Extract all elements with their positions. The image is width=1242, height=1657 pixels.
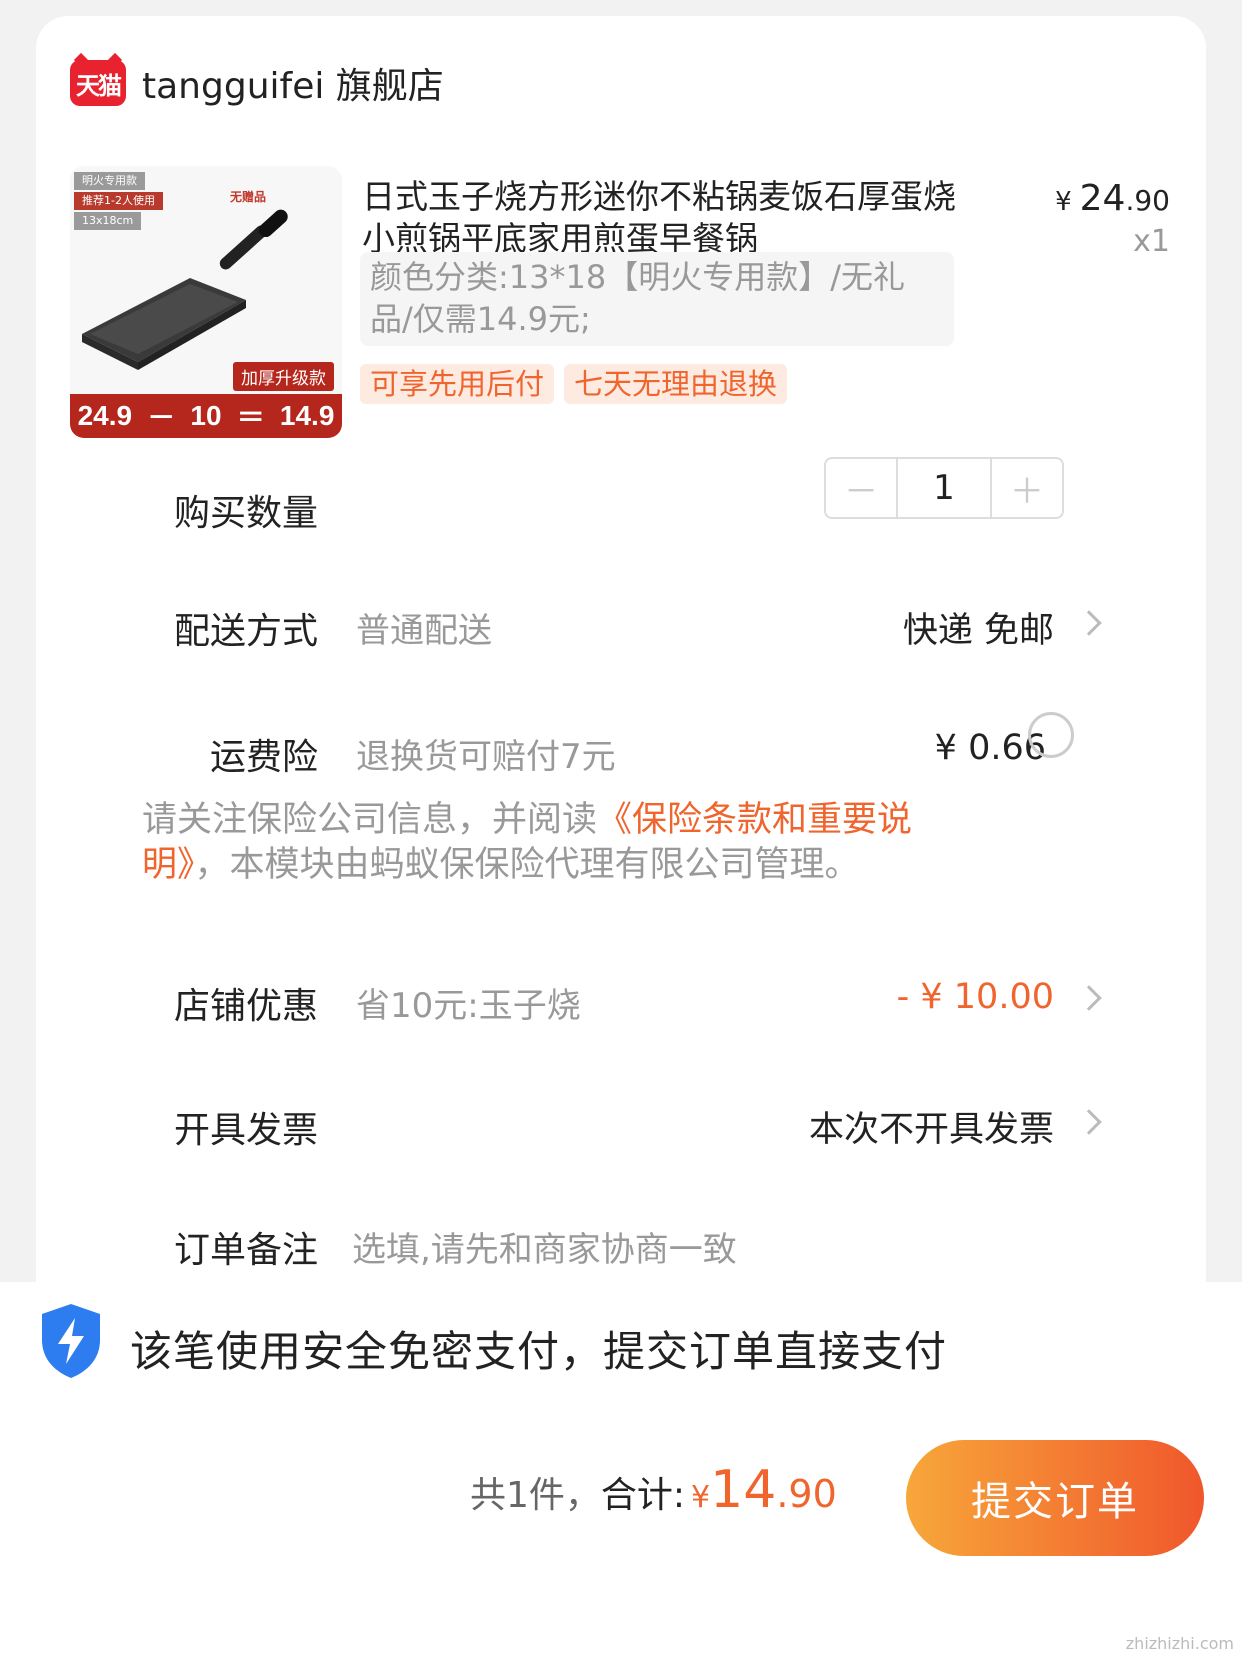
order-total: 共1件，合计: ¥14.90 (470, 1460, 837, 1520)
product-quantity: x1 (1133, 224, 1170, 259)
watermark-text: zhizhizhi.com (1125, 1634, 1234, 1653)
store-header[interactable]: 天猫 tangguifei 旗舰店 (70, 58, 444, 108)
shield-lightning-icon (42, 1304, 100, 1378)
price-int: 24 (1079, 178, 1126, 219)
price-dec: .90 (1125, 184, 1170, 217)
notice-text: ，本模块由蚂蚁保保险代理有限公司管理。 (194, 845, 860, 885)
order-card: 天猫 tangguifei 旗舰店 明火专用款 推荐1-2人使用 13x18cm… (36, 16, 1206, 1356)
quantity-label: 购买数量 (174, 493, 319, 534)
insurance-label: 运费险 (210, 737, 319, 778)
delivery-desc: 普通配送 (356, 611, 492, 651)
decrement-button[interactable]: － (826, 459, 896, 517)
quantity-value[interactable]: 1 (896, 459, 992, 517)
tag-free-return: 七天无理由退换 (564, 364, 788, 404)
sku-selector[interactable]: 颜色分类:13*18【明火专用款】/无礼品/仅需14.9元; (360, 252, 954, 346)
invoice-value[interactable]: 本次不开具发票 (809, 1101, 1054, 1152)
store-name: tangguifei 旗舰店 (142, 66, 444, 107)
product-price: ¥24.90 (1055, 178, 1170, 219)
product-title[interactable]: 日式玉子烧方形迷你不粘锅麦饭石厚蛋烧小煎锅平底家用煎蛋早餐锅 (362, 176, 972, 260)
tmall-logo-icon: 天猫 (70, 60, 126, 106)
total-dec: .90 (776, 1472, 837, 1516)
image-upgrade-badge: 加厚升级款 (233, 362, 334, 391)
insurance-notice: 请关注保险公司信息，并阅读《保险条款和重要说明》，本模块由蚂蚁保保险代理有限公司… (142, 798, 992, 888)
invoice-label: 开具发票 (174, 1110, 319, 1151)
delivery-label: 配送方式 (174, 611, 319, 652)
discount-desc: 省10元:玉子烧 (356, 986, 581, 1026)
image-minus: － (147, 402, 176, 433)
quantity-stepper[interactable]: － 1 ＋ (824, 457, 1064, 519)
total-int: 14 (710, 1460, 777, 1520)
discount-label: 店铺优惠 (174, 986, 319, 1027)
secure-payment-text: 该笔使用安全免密支付，提交订单直接支付 (130, 1327, 948, 1376)
notice-text: 请关注保险公司信息，并阅读 (142, 800, 598, 840)
tag-pay-later: 可享先用后付 (360, 364, 555, 404)
remark-label: 订单备注 (174, 1230, 319, 1271)
product-image[interactable]: 明火专用款 推荐1-2人使用 13x18cm 无赠品 加厚升级款 24.9 － … (70, 166, 342, 438)
discount-value[interactable]: - ¥ 10.00 (897, 977, 1054, 1017)
price-yen: ¥ (1055, 187, 1072, 217)
item-count: 共1件， (470, 1475, 601, 1516)
total-label: 合计: (600, 1475, 686, 1516)
image-price-bar: 24.9 － 10 ＝ 14.9 (70, 394, 342, 438)
remark-input[interactable]: 选填,请先和商家协商一致 (352, 1222, 737, 1271)
image-price-original: 24.9 (77, 400, 133, 431)
insurance-radio[interactable] (1028, 712, 1074, 758)
image-price-discount: 10 (190, 400, 222, 431)
submit-order-button[interactable]: 提交订单 (906, 1440, 1204, 1556)
image-price-final: 14.9 (279, 400, 335, 431)
insurance-desc: 退换货可赔付7元 (356, 737, 616, 777)
image-equals: ＝ (236, 402, 265, 433)
service-tags: 可享先用后付 七天无理由退换 (360, 364, 788, 404)
delivery-value[interactable]: 快递 免邮 (903, 602, 1054, 653)
increment-button[interactable]: ＋ (992, 459, 1062, 517)
watermark-logo: 值值值 (1098, 1582, 1230, 1633)
total-yen: ¥ (691, 1480, 711, 1515)
